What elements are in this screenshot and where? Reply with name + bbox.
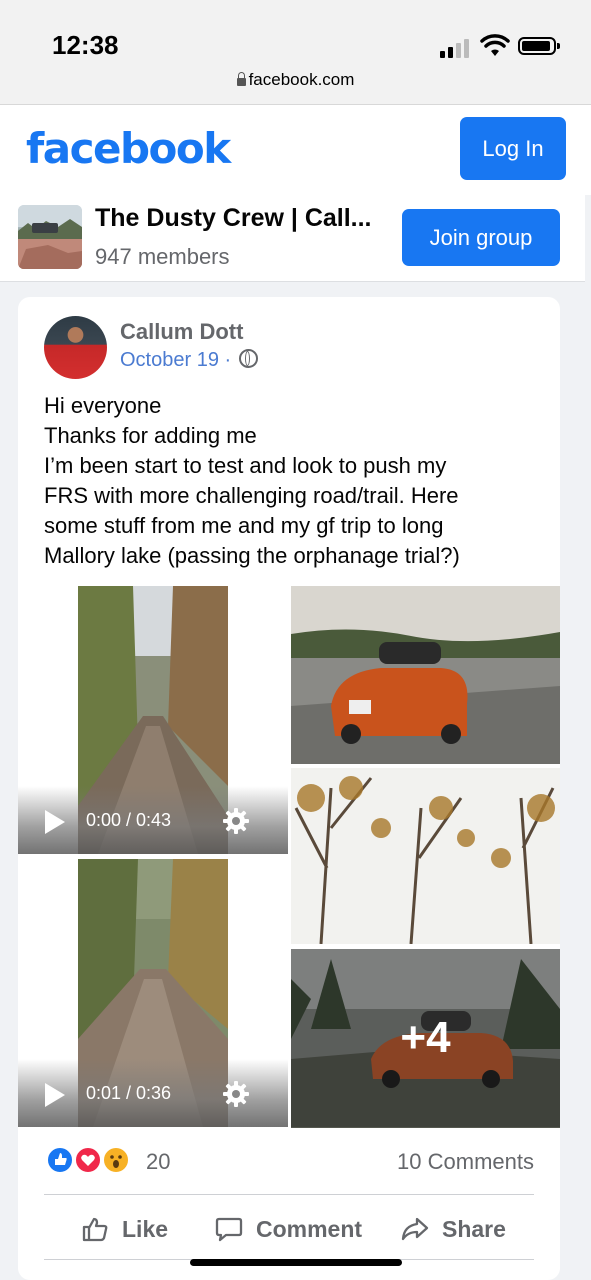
home-indicator	[190, 1259, 402, 1266]
post-body-line: Mallory lake (passing the orphanage tria…	[44, 543, 460, 568]
signal-icon	[440, 38, 474, 58]
car-photo	[291, 586, 560, 764]
settings-gear-icon[interactable]	[221, 806, 251, 836]
share-button[interactable]: Share	[400, 1209, 506, 1249]
video-controls: 0:01 / 0:36	[18, 1059, 288, 1127]
post-body-line: Thanks for adding me	[44, 423, 257, 448]
video-player[interactable]: 0:00 / 0:43	[18, 586, 288, 854]
love-reaction-icon	[74, 1146, 102, 1174]
post-photo[interactable]	[291, 768, 560, 944]
play-icon[interactable]	[45, 1083, 65, 1107]
post-body-line: some stuff from me and my gf trip to lon…	[44, 513, 444, 538]
like-label: Like	[122, 1215, 169, 1242]
post-media-grid: 0:00 / 0:43 0:01 / 0:36 +4	[18, 586, 560, 1128]
post-photo[interactable]	[291, 586, 560, 764]
video-time: 0:01 / 0:36	[86, 1083, 172, 1103]
like-button[interactable]: Like	[80, 1209, 168, 1249]
comment-button[interactable]: Comment	[214, 1209, 362, 1249]
share-arrow-icon	[401, 1217, 429, 1241]
more-photos-overlay[interactable]: +4	[291, 949, 560, 1127]
wow-reaction-icon	[102, 1146, 130, 1174]
video-time: 0:00 / 0:43	[86, 810, 172, 830]
group-thumbnail[interactable]	[18, 205, 82, 269]
post-date-text: October 19 ·	[120, 349, 232, 371]
join-group-button[interactable]: Join group	[402, 209, 560, 266]
post-photo-more[interactable]: +4	[291, 949, 560, 1128]
battery-icon	[518, 37, 560, 55]
comment-label: Comment	[256, 1215, 363, 1242]
post-body: Hi everyone Thanks for adding me I’m bee…	[44, 391, 544, 571]
share-label: Share	[442, 1215, 506, 1242]
log-in-button[interactable]: Log In	[460, 117, 566, 180]
wifi-icon	[480, 34, 510, 56]
comments-count[interactable]: 10 Comments	[397, 1149, 534, 1175]
author-avatar[interactable]	[44, 316, 107, 379]
settings-gear-icon[interactable]	[221, 1079, 251, 1109]
url-bar[interactable]: facebook.com	[0, 70, 591, 90]
play-icon[interactable]	[45, 810, 65, 834]
trees-photo	[291, 768, 560, 944]
video-controls: 0:00 / 0:43	[18, 786, 288, 854]
like-reaction-icon	[46, 1146, 74, 1174]
video-player[interactable]: 0:01 / 0:36	[18, 859, 288, 1127]
post-card: Callum Dott October 19 · Hi everyone Tha…	[18, 297, 560, 1280]
status-time: 12:38	[52, 30, 119, 60]
post-body-line: FRS with more challenging road/trail. He…	[44, 483, 459, 508]
group-title[interactable]: The Dusty Crew | Call...	[95, 204, 372, 233]
post-date[interactable]: October 19 ·	[120, 349, 258, 372]
group-member-count: 947 members	[95, 244, 230, 269]
divider	[44, 1194, 534, 1195]
thumbs-up-icon	[82, 1217, 108, 1242]
reaction-count[interactable]: 20	[146, 1149, 170, 1175]
comment-bubble-icon	[215, 1217, 243, 1242]
globe-icon	[238, 349, 258, 368]
url-text: facebook.com	[248, 70, 355, 89]
ios-status-bar: 12:38 facebook.com	[0, 0, 591, 105]
lock-icon	[236, 72, 246, 86]
post-body-line: I’m been start to test and look to push …	[44, 453, 447, 478]
facebook-logo[interactable]: facebook	[26, 124, 231, 173]
author-name[interactable]: Callum Dott	[120, 319, 243, 345]
post-body-line: Hi everyone	[44, 393, 162, 418]
